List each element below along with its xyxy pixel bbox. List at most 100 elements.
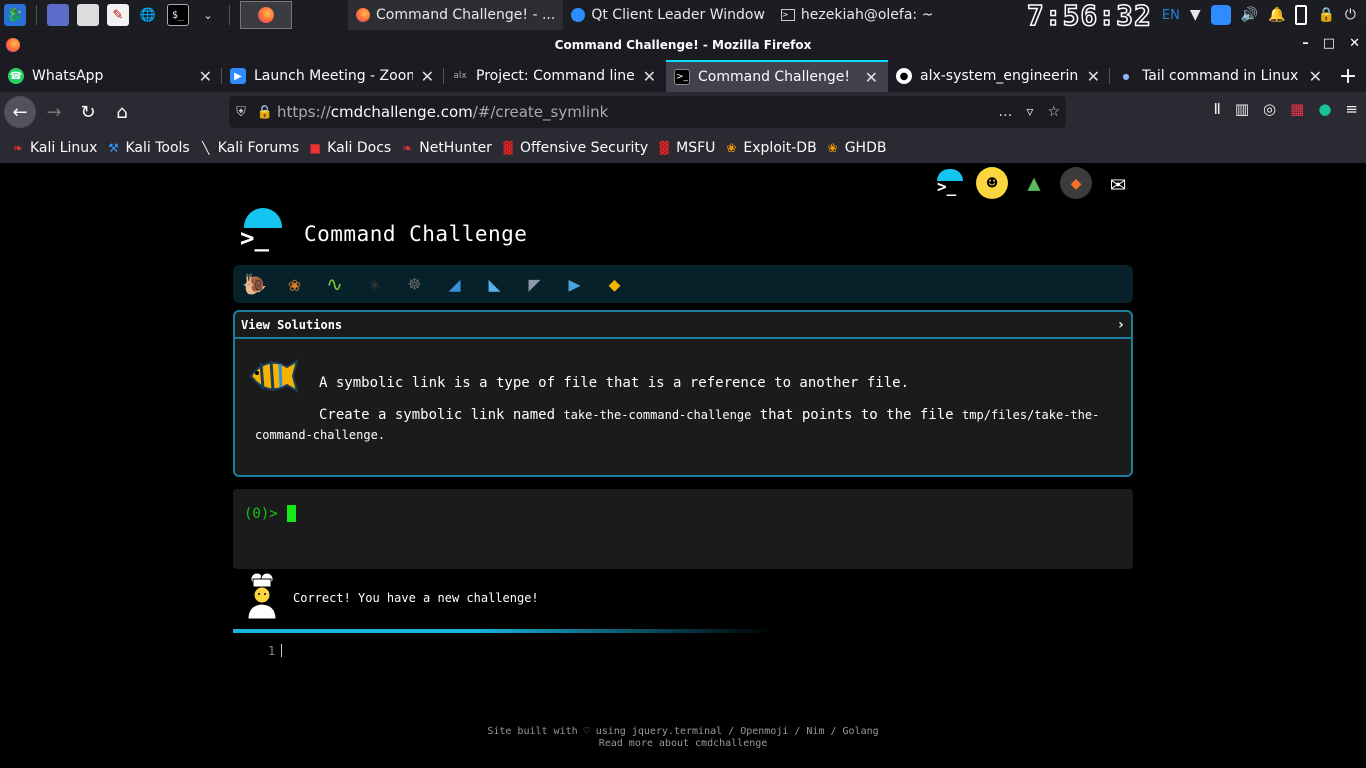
chevron-down-icon[interactable]: ⌄: [197, 4, 219, 26]
dolphin-level-icon[interactable]: ◤: [521, 271, 548, 298]
site-header-icons: >_ ☻ ▲ ◆ ✉: [934, 167, 1134, 199]
editor-line[interactable]: 1: [268, 644, 283, 658]
power-icon[interactable]: ⏻: [1345, 7, 1356, 23]
account-icon[interactable]: ◎: [1263, 100, 1276, 118]
terminal-launcher-icon[interactable]: $_: [167, 4, 189, 26]
close-tab-icon[interactable]: ✕: [199, 67, 212, 86]
close-window-button[interactable]: ✕: [1349, 36, 1360, 51]
task-firefox[interactable]: Command Challenge! - ...: [348, 0, 564, 30]
close-tab-icon[interactable]: ✕: [421, 67, 434, 86]
notification-bell-icon[interactable]: 🔔: [1268, 7, 1285, 23]
level-selector: 🐌 ❀ ∿ ✶ ☸ ◢ ◣ ◤ ▶ ◆: [233, 265, 1133, 303]
kali-icon: ❧: [12, 140, 24, 155]
bookmark-msfu[interactable]: ▓ MSFU: [656, 140, 716, 156]
mail-icon[interactable]: ✉: [1102, 167, 1134, 199]
bookmark-kali-docs[interactable]: ■ Kali Docs: [307, 140, 391, 156]
address-bar[interactable]: ⛨ 🔒 https://cmdchallenge.com/#/create_sy…: [229, 96, 1066, 128]
lock-icon[interactable]: 🔒: [1317, 7, 1334, 23]
zoom-icon: ▶: [230, 68, 246, 84]
sidebar-icon[interactable]: ▥: [1235, 100, 1249, 118]
lock-icon[interactable]: 🔒: [253, 105, 277, 120]
bookmark-nethunter[interactable]: ❧ NetHunter: [399, 140, 492, 156]
gitlab-icon[interactable]: ◆: [1060, 167, 1092, 199]
task-zoom-leader[interactable]: Qt Client Leader Window: [563, 0, 773, 30]
desktop-icon[interactable]: [47, 4, 69, 26]
tropical-fish-level-icon[interactable]: ◆: [601, 271, 628, 298]
tab-title: Tail command in Linux w: [1142, 68, 1301, 84]
file-manager-icon[interactable]: [77, 4, 99, 26]
desc-points: that points to the file: [759, 407, 954, 423]
shushing-face-icon[interactable]: ☻: [976, 167, 1008, 199]
nethunter-icon: ❧: [402, 140, 413, 155]
minimize-button[interactable]: –: [1302, 36, 1309, 51]
pocket-icon[interactable]: ▿: [1026, 104, 1033, 120]
caterpillar-level-icon[interactable]: ∿: [321, 271, 348, 298]
extension-icon[interactable]: ▦: [1290, 100, 1304, 118]
bookmark-star-icon[interactable]: ☆: [1047, 104, 1060, 120]
footer-read-more-link[interactable]: Read more about cmdchallenge: [0, 738, 1366, 750]
close-tab-icon[interactable]: ✕: [1087, 67, 1100, 86]
web-browser-icon[interactable]: 🌐: [137, 4, 159, 26]
terminal-cursor: [287, 505, 296, 522]
bookmark-label: Kali Forums: [217, 139, 300, 156]
wifi-icon[interactable]: ▼: [1190, 7, 1201, 23]
volume-icon[interactable]: 🔊: [1241, 7, 1258, 23]
close-tab-icon[interactable]: ✕: [1309, 67, 1322, 86]
tab-command-challenge[interactable]: >_ Command Challenge! ✕: [666, 60, 888, 92]
task-label: Command Challenge! - ...: [376, 7, 556, 23]
tree-icon[interactable]: ▲: [1018, 167, 1050, 199]
bookmarks-toolbar: ❧ Kali Linux ⚒ Kali Tools ╲ Kali Forums ■ Ka…: [0, 132, 1366, 163]
butterfly-level-icon[interactable]: ❀: [281, 271, 308, 298]
task-terminal[interactable]: > hezekiah@olefa: ~: [773, 0, 941, 30]
wheel-level-icon[interactable]: ☸: [401, 271, 428, 298]
library-icon[interactable]: Ⅱ: [1213, 100, 1220, 118]
tab-tail-command[interactable]: ● Tail command in Linux w ✕: [1110, 60, 1332, 92]
workspace-firefox[interactable]: [240, 1, 292, 29]
forward-button[interactable]: →: [38, 96, 70, 128]
bookmark-offensive-security[interactable]: ▓ Offensive Security: [500, 140, 648, 156]
battery-icon[interactable]: [1295, 5, 1308, 25]
ant-level-icon[interactable]: ✶: [361, 271, 388, 298]
kali-docs-icon: ■: [309, 140, 321, 155]
navigation-toolbar: ← → ↻ ⌂ ⛨ 🔒 https://cmdchallenge.com/#/c…: [0, 92, 1366, 132]
tab-whatsapp[interactable]: ☎ WhatsApp ✕: [0, 60, 222, 92]
keyboard-layout[interactable]: EN: [1162, 8, 1180, 23]
close-tab-icon[interactable]: ✕: [643, 67, 656, 86]
page-actions-icon[interactable]: …: [998, 104, 1012, 120]
bookmark-ghdb[interactable]: ❀ GHDB: [825, 140, 887, 156]
bookmark-kali-forums[interactable]: ╲ Kali Forums: [198, 140, 299, 156]
bookmark-kali-linux[interactable]: ❧ Kali Linux: [10, 140, 98, 156]
cmdchallenge-icon[interactable]: >_: [934, 167, 966, 199]
bookmark-kali-tools[interactable]: ⚒ Kali Tools: [105, 139, 190, 156]
tab-zoom[interactable]: ▶ Launch Meeting - Zoom ✕: [222, 60, 444, 92]
text-editor-icon[interactable]: ✎: [107, 4, 129, 26]
zoom-tray-icon[interactable]: [1210, 5, 1231, 25]
view-solutions-label: View Solutions: [241, 317, 343, 332]
bookmark-exploit-db[interactable]: ❀ Exploit-DB: [723, 140, 816, 156]
maximize-button[interactable]: □: [1323, 36, 1335, 51]
back-button[interactable]: ←: [4, 96, 36, 128]
bookmark-label: Kali Tools: [125, 139, 190, 156]
snail-level-icon[interactable]: 🐌: [241, 271, 268, 298]
tab-title: alx-system_engineering: [920, 68, 1079, 84]
terminal-input[interactable]: (0)>: [233, 489, 1133, 569]
site-logo[interactable]: >_: [240, 208, 284, 252]
home-button[interactable]: ⌂: [106, 96, 138, 128]
grammarly-icon[interactable]: ●: [1318, 100, 1331, 118]
reload-button[interactable]: ↻: [72, 96, 104, 128]
view-solutions-toggle[interactable]: View Solutions ›: [235, 312, 1131, 339]
menu-icon[interactable]: ≡: [1345, 100, 1358, 118]
dot-icon: ●: [1122, 71, 1130, 81]
new-tab-button[interactable]: +: [1332, 60, 1364, 92]
tab-github[interactable]: ● alx-system_engineering ✕: [888, 60, 1110, 92]
shield-icon[interactable]: ⛨: [229, 105, 253, 120]
kali-menu-icon[interactable]: 🐉: [4, 4, 26, 26]
whale-level-icon[interactable]: ◢: [441, 271, 468, 298]
close-tab-icon[interactable]: ✕: [865, 68, 878, 87]
chef-icon: [247, 572, 277, 619]
shark-level-icon[interactable]: ◣: [481, 271, 508, 298]
fish-level-icon[interactable]: ▶: [561, 271, 588, 298]
bookmark-label: Exploit-DB: [743, 139, 817, 156]
tab-project[interactable]: alx Project: Command line fo ✕: [444, 60, 666, 92]
tropical-fish-icon: [249, 358, 299, 394]
